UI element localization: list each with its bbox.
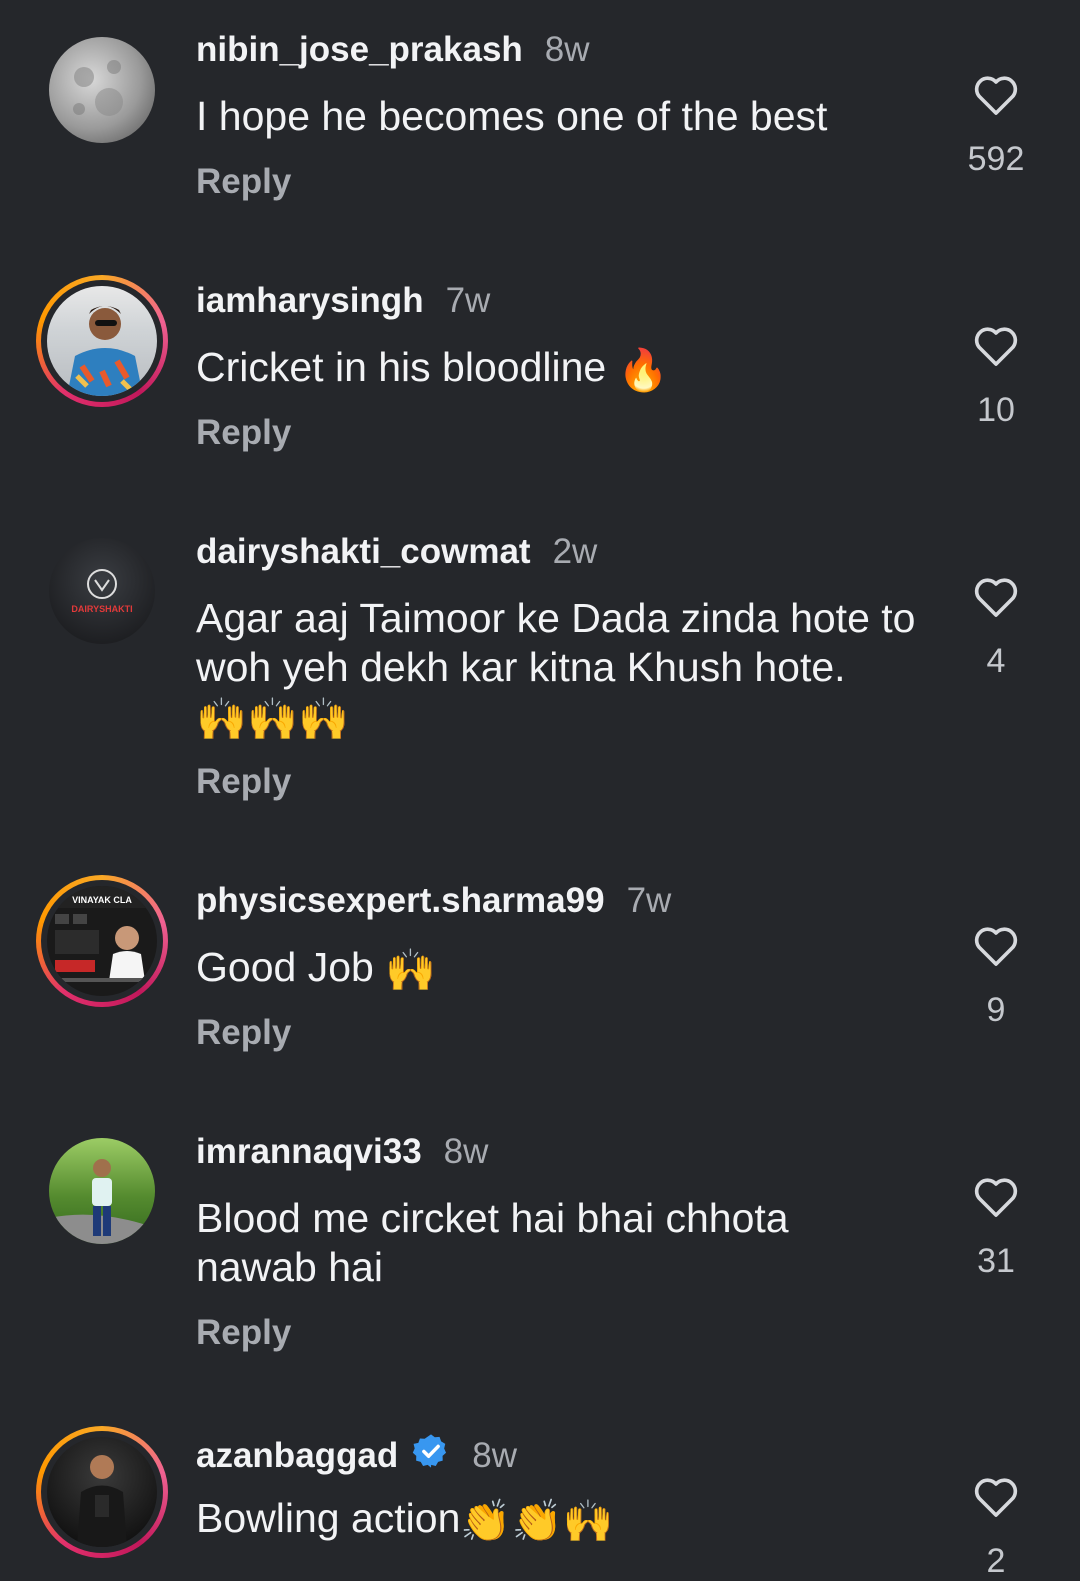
- heart-outline-icon: [974, 1178, 1018, 1217]
- comment-header: nibin_jose_prakash 8w: [196, 30, 590, 70]
- avatar: [47, 1437, 157, 1547]
- story-ring[interactable]: [36, 275, 168, 407]
- timestamp: 7w: [626, 881, 672, 920]
- comment-text: I hope he becomes one of the best: [196, 92, 916, 141]
- comment-header: iamharysingh 7w: [196, 281, 490, 321]
- avatar: VINAYAK CLA: [47, 886, 157, 996]
- like-button[interactable]: [966, 925, 1026, 967]
- comment-text: Agar aaj Taimoor ke Dada zinda hote to w…: [196, 594, 916, 744]
- username[interactable]: physicsexpert.sharma99: [196, 881, 605, 921]
- fire-emoji: 🔥: [617, 346, 669, 393]
- clapping-hands-emoji: 👏👏🙌: [460, 1497, 614, 1544]
- heart-outline-icon: [974, 578, 1018, 617]
- heart-outline-icon: [974, 76, 1018, 115]
- comment-text: Good Job 🙌: [196, 943, 916, 995]
- poster-image: VINAYAK CLA: [47, 886, 157, 982]
- timestamp: 7w: [445, 281, 491, 320]
- avatar[interactable]: [49, 1138, 155, 1244]
- avatar: [47, 286, 157, 396]
- verified-badge-icon: [412, 1432, 450, 1479]
- username[interactable]: iamharysingh: [196, 281, 424, 321]
- comment-body: Bowling action: [196, 1495, 461, 1541]
- comment-text: Cricket in his bloodline 🔥: [196, 343, 916, 395]
- comment-header: physicsexpert.sharma99 7w: [196, 881, 671, 921]
- comment-text: Blood me circket hai bhai chhota nawab h…: [196, 1194, 836, 1292]
- raised-hands-emoji: 🙌: [385, 946, 437, 993]
- timestamp: 2w: [552, 532, 598, 571]
- avatar[interactable]: [49, 37, 155, 143]
- like-button[interactable]: [966, 576, 1026, 618]
- like-button[interactable]: [966, 325, 1026, 367]
- moon-image: [73, 60, 123, 116]
- story-ring[interactable]: [36, 1426, 168, 1558]
- reply-button[interactable]: Reply: [196, 162, 291, 202]
- reply-button[interactable]: Reply: [196, 413, 291, 453]
- heart-outline-icon: [974, 927, 1018, 966]
- like-count: 10: [977, 391, 1015, 429]
- heart-outline-icon: [974, 327, 1018, 366]
- like-button[interactable]: [966, 1476, 1026, 1518]
- username[interactable]: azanbaggad: [196, 1436, 398, 1476]
- like-count: 31: [977, 1242, 1015, 1280]
- comment-header: imrannaqvi33 8w: [196, 1132, 488, 1172]
- like-count: 2: [986, 1542, 1006, 1580]
- reply-button[interactable]: Reply: [196, 1013, 291, 1053]
- raised-hands-emoji: 🙌🙌🙌: [196, 695, 350, 742]
- reply-button[interactable]: Reply: [196, 1313, 291, 1353]
- reply-button[interactable]: Reply: [196, 762, 291, 802]
- person-image: [77, 1455, 127, 1547]
- comment-header: dairyshakti_cowmat 2w: [196, 532, 597, 572]
- username[interactable]: nibin_jose_prakash: [196, 30, 523, 70]
- svg-text:DAIRYSHAKTI: DAIRYSHAKTI: [71, 604, 132, 614]
- comment-body: Good Job: [196, 944, 374, 990]
- avatar[interactable]: DAIRYSHAKTI: [49, 538, 155, 644]
- person-image: [49, 1159, 155, 1244]
- comment-body: Cricket in his bloodline: [196, 344, 607, 390]
- svg-text:VINAYAK CLA: VINAYAK CLA: [72, 895, 132, 905]
- timestamp: 8w: [544, 30, 590, 69]
- heart-outline-icon: [974, 1478, 1018, 1517]
- comment-text: Bowling action👏👏🙌: [196, 1494, 916, 1546]
- username[interactable]: imrannaqvi33: [196, 1132, 422, 1172]
- comment-body: Agar aaj Taimoor ke Dada zinda hote to w…: [196, 595, 916, 690]
- timestamp: 8w: [443, 1132, 489, 1171]
- story-ring[interactable]: VINAYAK CLA: [36, 875, 168, 1007]
- timestamp: 8w: [472, 1435, 518, 1475]
- username[interactable]: dairyshakti_cowmat: [196, 532, 531, 572]
- like-count: 9: [986, 991, 1006, 1029]
- comment-body: Blood me circket hai bhai chhota nawab h…: [196, 1195, 789, 1290]
- like-button[interactable]: [966, 74, 1026, 116]
- logo-image: DAIRYSHAKTI: [71, 569, 133, 614]
- comment-body: I hope he becomes one of the best: [196, 93, 828, 139]
- comment-header: azanbaggad 8w: [196, 1432, 517, 1479]
- like-count: 4: [986, 642, 1006, 680]
- like-button[interactable]: [966, 1176, 1026, 1218]
- person-image: [67, 306, 143, 396]
- like-count: 592: [967, 140, 1025, 178]
